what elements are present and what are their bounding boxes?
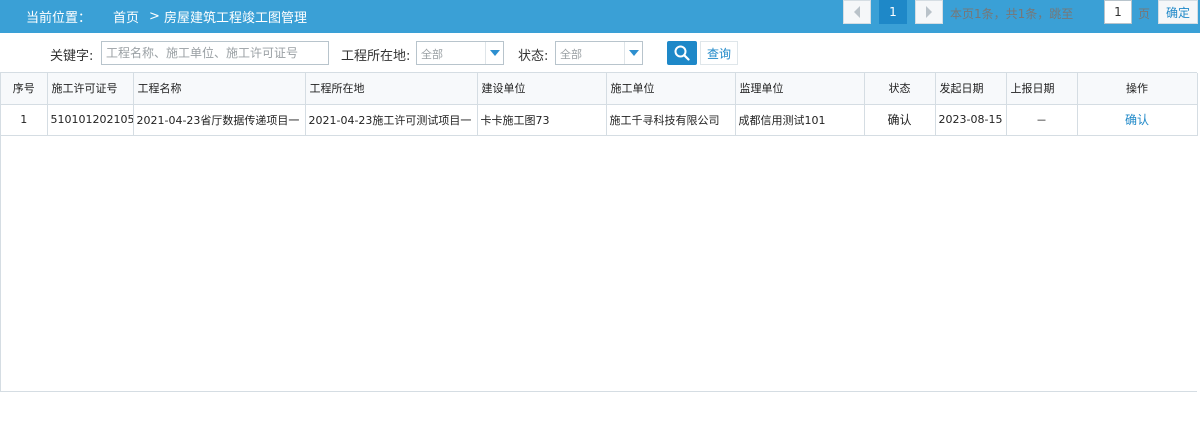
column-header-action: 操作 — [1077, 73, 1198, 105]
column-header-status[interactable]: 状态 — [864, 73, 936, 105]
column-header-supervisor[interactable]: 监理单位 — [735, 73, 865, 105]
cell-supervisor: 成都信用测试101 — [735, 104, 865, 136]
chevron-down-icon — [485, 42, 503, 64]
cell-permit-no: 51010120210516010 — [47, 104, 134, 136]
keyword-search-input[interactable] — [101, 41, 329, 65]
breadcrumb-separator-icon: > — [149, 9, 160, 24]
cell-status: 确认 — [864, 104, 936, 136]
breadcrumb-location-label: 当前位置： — [26, 11, 92, 26]
cell-builder: 卡卡施工图73 — [477, 104, 607, 136]
current-page-button[interactable]: 1 — [879, 0, 907, 24]
location-select-value: 全部 — [421, 48, 443, 61]
column-header-project-location[interactable]: 工程所在地 — [305, 73, 478, 105]
cell-index: 1 — [1, 104, 48, 136]
pagination-summary: 本页1条，共1条，跳至 — [950, 7, 1074, 21]
status-select-value: 全部 — [560, 48, 582, 61]
table-header-row: 序号 施工许可证号 工程名称 工程所在地 建设单位 施工单位 监理单位 状态 发… — [1, 73, 1198, 105]
chevron-left-icon — [854, 6, 860, 18]
prev-page-button[interactable] — [843, 0, 871, 24]
column-header-index[interactable]: 序号 — [1, 73, 48, 105]
filter-bar: 关键字: 工程所在地: 全部 状态: 全部 查询 — [0, 37, 1200, 69]
cell-constructor: 施工千寻科技有限公司 — [606, 104, 736, 136]
search-icon — [674, 45, 690, 61]
breadcrumb-home-link[interactable]: 首页 — [113, 7, 139, 26]
cell-start-date: 2023-08-15 — [935, 104, 1007, 136]
breadcrumb-current: 房屋建筑工程竣工图管理 — [163, 11, 307, 26]
column-header-permit-no[interactable]: 施工许可证号 — [47, 73, 134, 105]
cell-project-location: 2021-04-23施工许可测试项目一 — [305, 104, 478, 136]
page-jump-input[interactable] — [1104, 0, 1132, 24]
status-select[interactable]: 全部 — [555, 41, 643, 65]
query-button[interactable]: 查询 — [700, 41, 738, 65]
column-header-builder[interactable]: 建设单位 — [477, 73, 607, 105]
status-label: 状态: — [518, 49, 549, 64]
column-header-start-date[interactable]: 发起日期 — [935, 73, 1007, 105]
chevron-down-icon — [624, 42, 642, 64]
location-label: 工程所在地: — [341, 49, 411, 64]
location-select[interactable]: 全部 — [416, 41, 504, 65]
column-header-report-date[interactable]: 上报日期 — [1006, 73, 1078, 105]
chevron-right-icon — [926, 6, 932, 18]
page-jump-confirm-button[interactable]: 确定 — [1158, 0, 1198, 24]
data-grid: 序号 施工许可证号 工程名称 工程所在地 建设单位 施工单位 监理单位 状态 发… — [0, 72, 1198, 392]
data-table: 序号 施工许可证号 工程名称 工程所在地 建设单位 施工单位 监理单位 状态 发… — [1, 73, 1198, 136]
cell-project-name: 2021-04-23省厅数据传递项目一 — [133, 104, 306, 136]
column-header-constructor[interactable]: 施工单位 — [606, 73, 736, 105]
confirm-action-link[interactable]: 确认 — [1077, 104, 1198, 136]
cell-report-date: － — [1006, 104, 1078, 136]
search-button[interactable] — [667, 41, 697, 65]
keyword-label: 关键字: — [50, 49, 94, 64]
table-row[interactable]: 1 51010120210516010 2021-04-23省厅数据传递项目一 … — [1, 104, 1198, 136]
column-header-project-name[interactable]: 工程名称 — [133, 73, 306, 105]
page-unit-label: 页 — [1138, 7, 1151, 21]
next-page-button[interactable] — [915, 0, 943, 24]
